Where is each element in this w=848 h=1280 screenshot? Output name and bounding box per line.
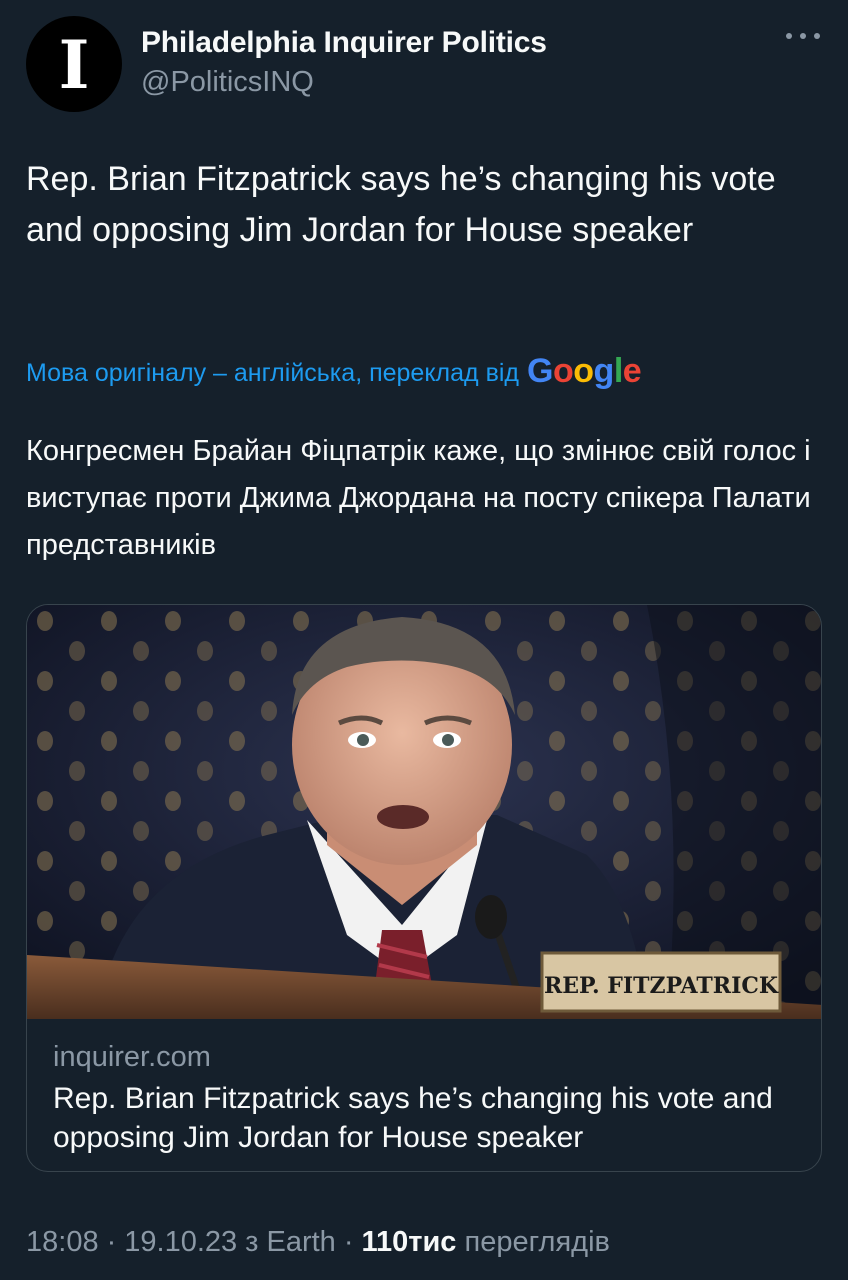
google-letter: e [622, 352, 642, 390]
more-dots-icon[interactable] [786, 24, 820, 48]
translated-text: Конгресмен Брайан Фіцпатрік каже, що змі… [26, 435, 811, 561]
card-title[interactable]: Rep. Brian Fitzpatrick says he’s changin… [53, 1079, 803, 1157]
translation-label[interactable]: Мова оригіналу – англійська, переклад ві… [26, 359, 519, 388]
tweet-text: Rep. Brian Fitzpatrick says he’s changin… [26, 160, 776, 249]
nameplate-text: REP. FITZPATRICK [544, 973, 779, 999]
tweet-source: з Earth [245, 1226, 336, 1258]
meta-separator: · [106, 1226, 117, 1258]
tweet-time[interactable]: 18:08 [26, 1226, 99, 1259]
views-label[interactable]: переглядів [465, 1226, 610, 1258]
display-name[interactable]: Philadelphia Inquirer Politics [141, 26, 547, 60]
card-domain[interactable]: inquirer.com [53, 1041, 211, 1074]
tweet-header: I Philadelphia Inquirer Politics @Politi… [26, 16, 822, 112]
avatar-logo: I [58, 26, 90, 104]
tweet-meta: 18:08 · 19.10.23 з Earth · 110тис перегл… [26, 1226, 610, 1259]
google-logo: Google [527, 352, 642, 391]
user-handle[interactable]: @PoliticsINQ [141, 66, 314, 99]
meta-separator: · [343, 1226, 354, 1258]
link-card[interactable]: REP. FITZPATRICK inquirer.com Rep. Brian… [26, 604, 822, 1172]
views-count[interactable]: 110тис [361, 1226, 456, 1258]
google-letter: G [527, 352, 553, 390]
google-letter: o [573, 352, 594, 390]
google-letter: o [552, 352, 574, 390]
google-letter: l [613, 352, 623, 390]
tweet-date[interactable]: 19.10.23 [124, 1226, 237, 1259]
avatar[interactable]: I [26, 16, 122, 112]
google-letter: g [593, 352, 615, 390]
translation-attribution[interactable]: Мова оригіналу – англійська, переклад ві… [26, 352, 642, 391]
card-image[interactable]: REP. FITZPATRICK [27, 605, 822, 1019]
